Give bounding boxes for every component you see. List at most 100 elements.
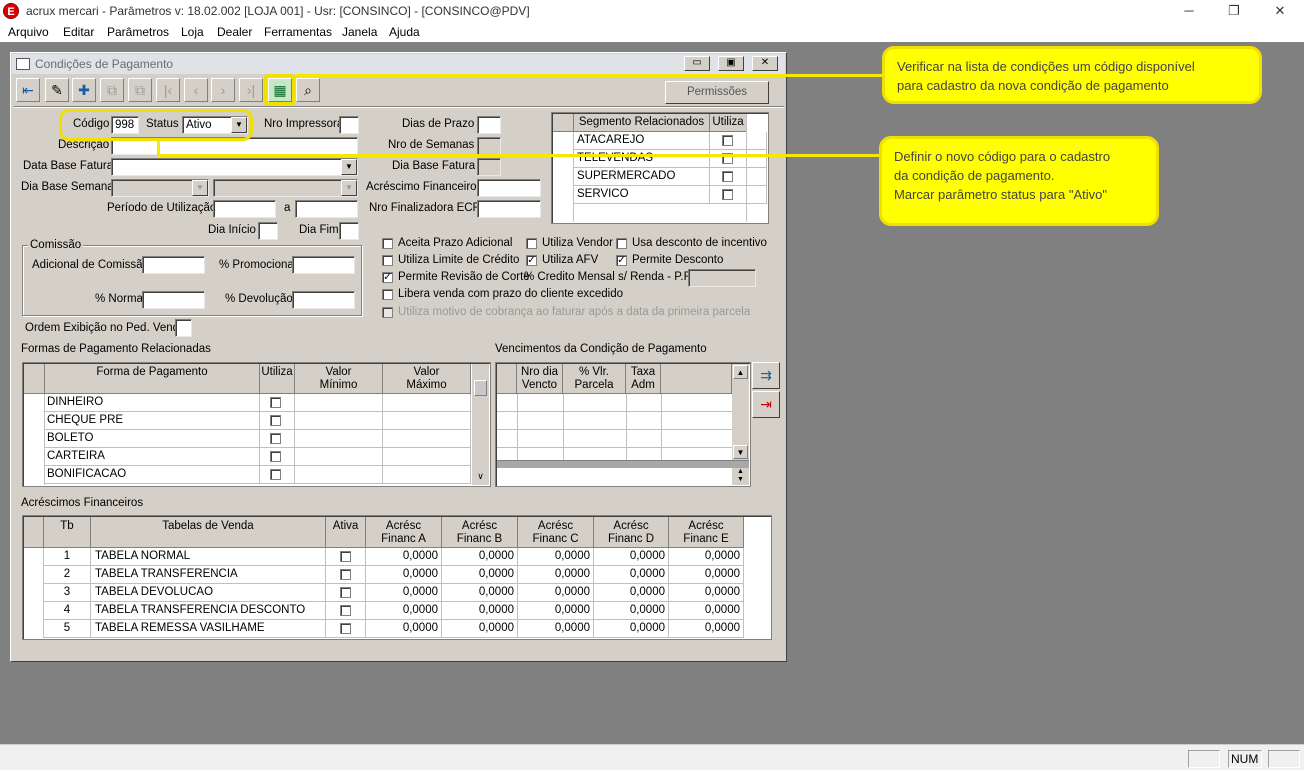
permite-revisao-checkbox[interactable]: ✓ [382,272,393,283]
vencimentos-header-vlr[interactable]: % Vlr. Parcela [563,364,626,394]
acrescimo-row-tabela[interactable]: TABELA DEVOLUCAO [91,584,326,602]
dia-base-semana-arrow-icon[interactable]: ▼ [192,180,208,196]
acrescimo-row-c[interactable]: 0,0000 [518,602,594,620]
child-restore-button[interactable]: ▣ [718,56,744,71]
acrescimo-ativa-checkbox[interactable] [340,569,351,580]
paste-icon[interactable]: ⧉ [128,78,152,102]
formas-scroll-down-icon[interactable]: ∨ [474,470,487,484]
formas-header-vmax[interactable]: Valor Máximo [383,364,471,394]
acrescimo-row-a[interactable]: 0,0000 [366,548,442,566]
adicional-comissao-input[interactable] [142,256,205,274]
add-row-icon[interactable]: ⇉ [752,362,780,389]
forma-utiliza-checkbox[interactable] [270,469,281,480]
acrescimo-row-b[interactable]: 0,0000 [442,566,518,584]
vencimentos-rows[interactable] [497,394,732,459]
add-icon[interactable]: ✚ [72,78,96,102]
acrescimos-header-a[interactable]: Acrésc Financ A [366,517,442,548]
dia-fim-input[interactable] [339,222,359,240]
data-base-fatura-select[interactable] [111,158,358,176]
copy-icon[interactable]: ⧉ [100,78,124,102]
segmento-row-utiliza[interactable] [710,132,767,150]
vencimentos-spin-icon[interactable]: ▲ ▼ [732,468,749,485]
menu-ajuda[interactable]: Ajuda [389,25,420,39]
forma-row-vmin[interactable] [295,430,383,448]
forma-row-vmax[interactable] [383,394,471,412]
first-icon[interactable]: |‹ [156,78,180,102]
acrescimo-row-ativa[interactable] [326,584,366,602]
binoculars-icon[interactable]: ⌕ [296,78,320,102]
segmentos-header-segmento[interactable]: Segmento Relacionados [574,114,710,132]
segmento-utiliza-checkbox[interactable] [722,189,733,200]
formas-header-utiliza[interactable]: Utiliza [260,364,295,394]
forma-row[interactable]: DINHEIRO [45,394,260,412]
usa-desconto-checkbox[interactable] [616,238,627,249]
acrescimo-row-tb[interactable]: 1 [44,548,91,566]
acrescimo-row-tabela[interactable]: TABELA TRANSFERENCIA DESCONTO [91,602,326,620]
formas-header-forma[interactable]: Forma de Pagamento [45,364,260,394]
permite-desconto-checkbox[interactable]: ✓ [616,255,627,266]
nro-impressora-input[interactable] [339,116,359,134]
prev-icon[interactable]: ‹ [184,78,208,102]
acrescimo-ativa-checkbox[interactable] [340,605,351,616]
eraser-icon[interactable]: ✎ [45,78,69,102]
forma-row[interactable]: BOLETO [45,430,260,448]
acrescimo-row-a[interactable]: 0,0000 [366,584,442,602]
acrescimos-header-ativa[interactable]: Ativa [326,517,366,548]
acrescimo-row-tb[interactable]: 4 [44,602,91,620]
acrescimo-row-e[interactable]: 0,0000 [669,566,744,584]
vencimentos-scroll-up-icon[interactable]: ▲ [733,365,748,379]
vencimentos-header-taxa[interactable]: Taxa Adm [626,364,661,394]
minimize-button[interactable]: ─ [1166,0,1212,23]
acrescimo-row-d[interactable]: 0,0000 [594,584,669,602]
forma-utiliza-checkbox[interactable] [270,397,281,408]
utiliza-motivo-checkbox[interactable] [382,307,393,318]
dia-base-semana-select-2[interactable] [213,179,358,197]
forma-row-vmin[interactable] [295,466,383,484]
forma-row-vmax[interactable] [383,430,471,448]
normal-input[interactable] [142,291,205,309]
acrescimos-header-b[interactable]: Acrésc Financ B [442,517,518,548]
child-close-button[interactable]: ✕ [752,56,778,71]
acrescimo-row-a[interactable]: 0,0000 [366,566,442,584]
periodo-inicio-input[interactable] [213,200,276,218]
menu-arquivo[interactable]: Arquivo [8,25,49,39]
formas-scroll-thumb[interactable] [474,380,487,396]
vencimentos-header-nro[interactable]: Nro dia Vencto [517,364,563,394]
acrescimo-row-e[interactable]: 0,0000 [669,584,744,602]
segmento-row[interactable]: SERVICO [574,186,710,204]
segmento-row-utiliza[interactable] [710,150,767,168]
remove-row-icon[interactable]: ⇥ [752,391,780,418]
data-base-fatura-arrow-icon[interactable]: ▼ [341,159,357,175]
menu-dealer[interactable]: Dealer [217,25,252,39]
forma-row-vmin[interactable] [295,394,383,412]
acrescimo-row-c[interactable]: 0,0000 [518,584,594,602]
acrescimo-row-tabela[interactable]: TABELA REMESSA VASILHAME [91,620,326,638]
segmento-row-utiliza[interactable] [710,186,767,204]
periodo-fim-input[interactable] [295,200,358,218]
acrescimo-financeiro-input[interactable] [477,179,541,197]
acrescimo-row-tb[interactable]: 3 [44,584,91,602]
permissions-button[interactable]: Permissões [665,81,769,104]
libera-venda-checkbox[interactable] [382,289,393,300]
nro-finalizadora-input[interactable] [477,200,541,218]
forma-utiliza-checkbox[interactable] [270,451,281,462]
acrescimo-row-tabela[interactable]: TABELA TRANSFERENCIA [91,566,326,584]
forma-row[interactable]: CHEQUE PRE [45,412,260,430]
utiliza-limite-checkbox[interactable] [382,255,393,266]
acrescimo-row-d[interactable]: 0,0000 [594,602,669,620]
segmento-utiliza-checkbox[interactable] [722,135,733,146]
acrescimo-row-a[interactable]: 0,0000 [366,620,442,638]
segmento-row[interactable]: SUPERMERCADO [574,168,710,186]
acrescimo-row-ativa[interactable] [326,602,366,620]
menu-ferramentas[interactable]: Ferramentas [264,25,332,39]
forma-utiliza-checkbox[interactable] [270,415,281,426]
forma-row-vmax[interactable] [383,466,471,484]
acrescimo-row-tb[interactable]: 2 [44,566,91,584]
segmentos-header-utiliza[interactable]: Utiliza [710,114,747,132]
last-icon[interactable]: ›| [239,78,263,102]
nro-semanas-input[interactable] [477,137,501,155]
formas-header-vmin[interactable]: Valor Mínimo [295,364,383,394]
acrescimo-row-tb[interactable]: 5 [44,620,91,638]
acrescimo-ativa-checkbox[interactable] [340,623,351,634]
promocional-input[interactable] [292,256,355,274]
